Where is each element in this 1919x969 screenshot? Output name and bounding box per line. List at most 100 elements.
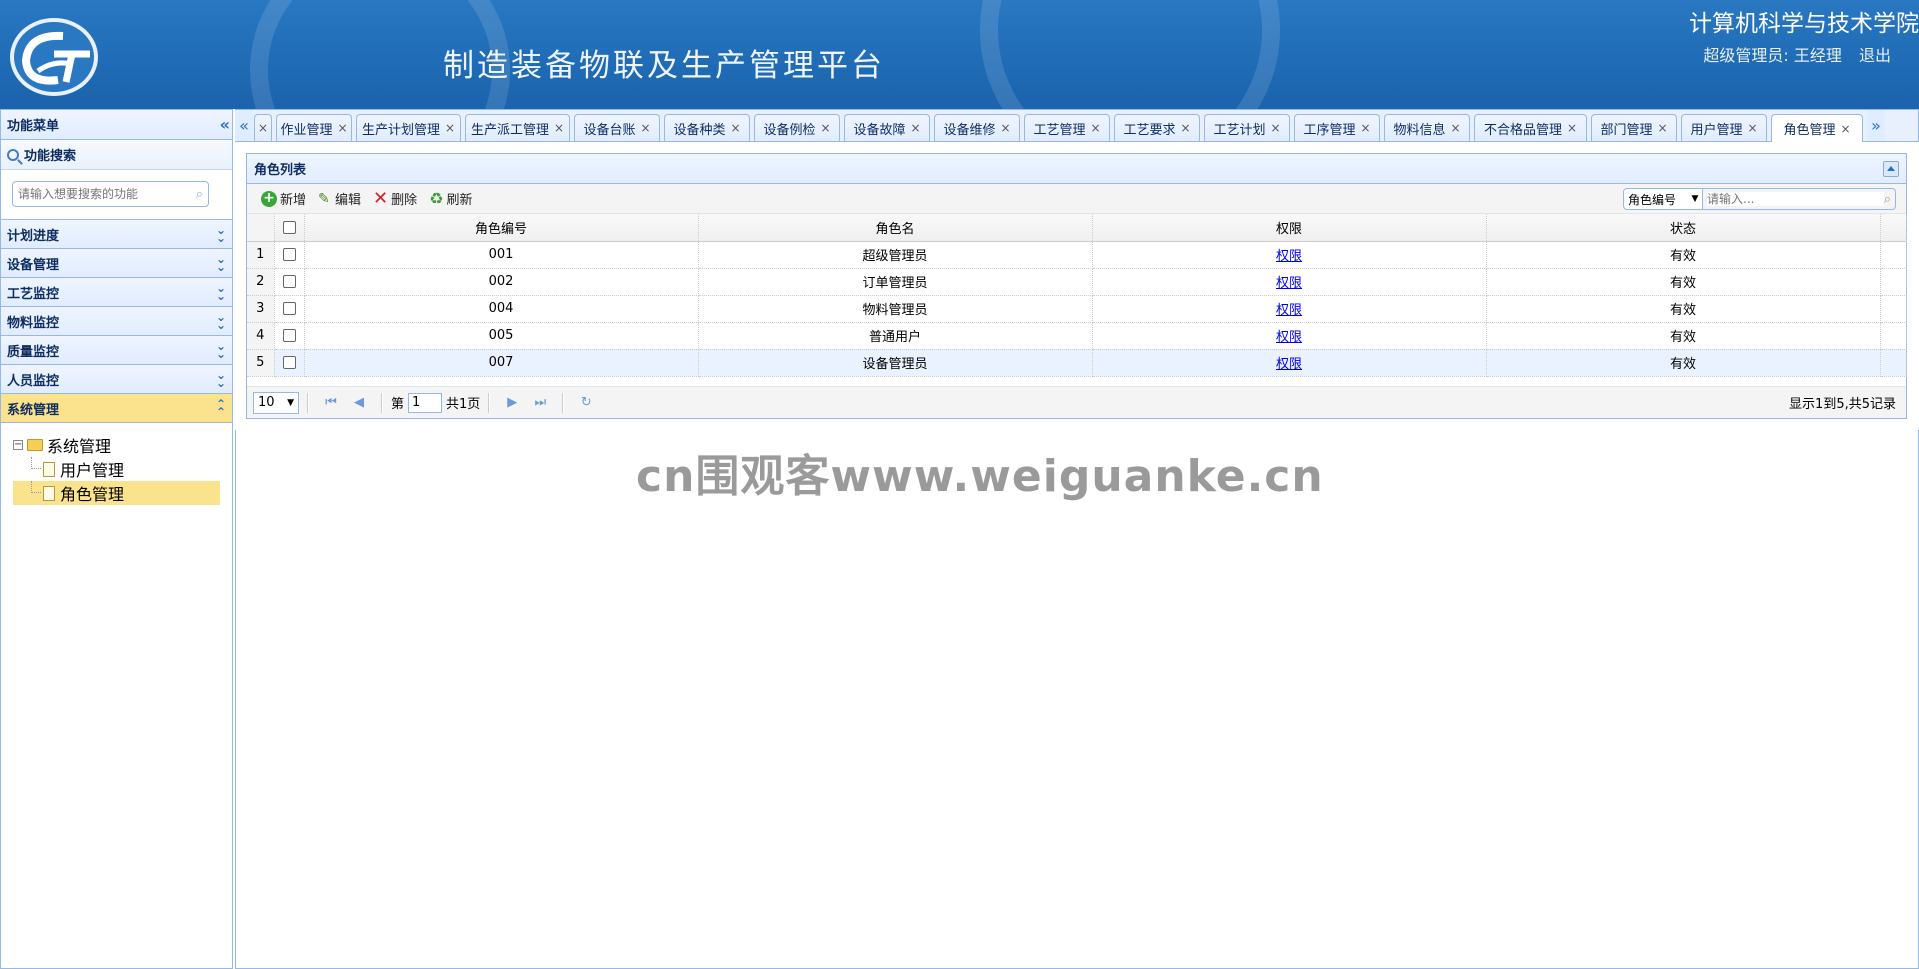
tab-equipment-type[interactable]: 设备种类 ×: [664, 114, 750, 141]
close-icon[interactable]: ×: [1567, 121, 1577, 135]
close-icon[interactable]: ×: [1360, 121, 1370, 135]
table-row[interactable]: 1 001 超级管理员 权限 有效: [247, 241, 1907, 269]
close-icon[interactable]: ×: [1270, 121, 1280, 135]
close-icon[interactable]: ×: [1180, 121, 1190, 135]
close-icon[interactable]: ×: [1090, 121, 1100, 135]
tab-equipment-inspection[interactable]: 设备例检 ×: [754, 114, 840, 141]
close-icon[interactable]: ×: [640, 121, 650, 135]
menu-section-equipment[interactable]: 设备管理 ⌄ ⌄: [1, 249, 232, 278]
tree-node-system[interactable]: − 系统管理: [13, 433, 220, 457]
tab-user-management[interactable]: 用户管理 ×: [1681, 114, 1767, 141]
row-checkbox[interactable]: [282, 248, 296, 261]
permission-cell: 权限: [1092, 241, 1487, 269]
tab-process-plan[interactable]: 工艺计划 ×: [1204, 114, 1290, 141]
menu-section-quality[interactable]: 质量监控 ⌄ ⌄: [1, 336, 232, 365]
table-row[interactable]: 2 002 订单管理员 权限 有效: [247, 268, 1907, 296]
menu-section-plan[interactable]: 计划进度 ⌄ ⌄: [1, 220, 232, 249]
tab-work-management[interactable]: 作业管理 ×: [276, 114, 352, 141]
row-checkbox[interactable]: [282, 275, 296, 288]
tab-department[interactable]: 部门管理 ×: [1591, 114, 1677, 141]
tab-equipment-fault[interactable]: 设备故障 ×: [844, 114, 930, 141]
close-icon[interactable]: ×: [1000, 121, 1010, 135]
tab-operation-management[interactable]: 工序管理 ×: [1294, 114, 1380, 141]
tab-equipment-ledger[interactable]: 设备台账 ×: [574, 114, 660, 141]
table-row[interactable]: 4 005 普通用户 权限 有效: [247, 322, 1907, 350]
table-row[interactable]: 3 004 物料管理员 权限 有效: [247, 295, 1907, 323]
menu-section-system[interactable]: 系统管理 ⌃ ⌃: [1, 394, 232, 423]
refresh-button[interactable]: ♻ 刷新: [429, 189, 472, 208]
permission-link[interactable]: 权限: [1276, 249, 1302, 264]
last-page-icon[interactable]: ⏭: [530, 395, 550, 410]
column-header[interactable]: 角色编号: [304, 214, 699, 242]
collapse-sidebar-icon[interactable]: «: [220, 115, 231, 134]
permission-link[interactable]: 权限: [1276, 276, 1302, 291]
function-search-input[interactable]: [18, 187, 196, 201]
close-icon[interactable]: ×: [1450, 121, 1460, 135]
logout-link[interactable]: 退出: [1859, 46, 1891, 65]
function-search-area: ⌕: [1, 170, 232, 220]
menu-section-process[interactable]: 工艺监控 ⌄ ⌄: [1, 278, 232, 307]
user-info: 超级管理员: 王经理 退出: [1703, 42, 1891, 66]
tab-equipment-repair[interactable]: 设备维修 ×: [934, 114, 1020, 141]
search-field-select[interactable]: 角色编号 ▼: [1623, 188, 1703, 210]
next-page-icon[interactable]: ▶: [502, 395, 522, 410]
scroll-tabs-left-icon[interactable]: «: [235, 110, 253, 141]
role-name-cell: 设备管理员: [698, 349, 1093, 377]
first-page-icon[interactable]: ⏮: [321, 395, 341, 410]
close-icon[interactable]: ×: [820, 121, 830, 135]
permission-link[interactable]: 权限: [1276, 303, 1302, 318]
row-number: 4: [247, 322, 275, 350]
previous-page-icon[interactable]: ◀: [349, 395, 369, 410]
close-icon[interactable]: ×: [445, 121, 455, 135]
column-header[interactable]: 角色名: [698, 214, 1093, 242]
dropdown-arrow-icon: ▼: [287, 397, 294, 408]
chevron-double-down-icon: ⌄ ⌄: [215, 310, 226, 332]
tree-node-role-management[interactable]: 角色管理: [13, 481, 220, 505]
row-checkbox[interactable]: [282, 329, 296, 342]
close-icon[interactable]: ×: [337, 121, 347, 135]
tree-node-user-management[interactable]: 用户管理: [13, 457, 220, 481]
menu-section-material[interactable]: 物料监控 ⌄ ⌄: [1, 307, 232, 336]
close-icon[interactable]: ×: [554, 121, 564, 135]
close-icon[interactable]: ×: [258, 121, 268, 135]
tab-material-info[interactable]: 物料信息 ×: [1384, 114, 1470, 141]
tab-process-management[interactable]: 工艺管理 ×: [1024, 114, 1110, 141]
tab-dispatch[interactable]: 生产派工管理 ×: [465, 114, 570, 141]
close-icon[interactable]: ×: [910, 121, 920, 135]
scroll-tabs-right-icon[interactable]: »: [1867, 110, 1885, 141]
permission-link[interactable]: 权限: [1276, 357, 1302, 372]
column-header[interactable]: 权限: [1092, 214, 1487, 242]
row-checkbox[interactable]: [282, 356, 296, 369]
page-number-input[interactable]: [408, 392, 443, 413]
tab-nonconforming[interactable]: 不合格品管理 ×: [1474, 114, 1587, 141]
close-icon[interactable]: ×: [1657, 121, 1667, 135]
add-button[interactable]: + 新增: [261, 189, 306, 208]
pagination-bar: 10 ▼ ⏮ ◀ 第 共1页 ▶ ⏭ ↻ 显示1到5,共5记录: [247, 386, 1906, 418]
tab-process-requirement[interactable]: 工艺要求 ×: [1114, 114, 1200, 141]
close-icon[interactable]: ×: [1747, 121, 1757, 135]
select-all-checkbox[interactable]: [282, 220, 296, 234]
menu-section-personnel[interactable]: 人员监控 ⌄ ⌄: [1, 365, 232, 394]
tab-label: 工艺管理: [1033, 122, 1086, 138]
tab-hidden[interactable]: ×: [254, 114, 272, 141]
collapse-node-icon[interactable]: −: [13, 440, 23, 450]
row-number-header: [247, 214, 275, 242]
table-row[interactable]: 5 007 设备管理员 权限 有效: [247, 349, 1907, 377]
close-icon[interactable]: ×: [1840, 122, 1850, 136]
search-icon[interactable]: ⌕: [1884, 192, 1891, 207]
tab-production-plan[interactable]: 生产计划管理 ×: [356, 114, 461, 141]
page-size-select[interactable]: 10 ▼: [253, 391, 299, 414]
reload-icon[interactable]: ↻: [576, 395, 596, 410]
row-checkbox[interactable]: [282, 302, 296, 315]
column-header[interactable]: 状态: [1486, 214, 1881, 242]
delete-button[interactable]: ✕ 删除: [373, 189, 417, 208]
page-prefix: 第: [391, 397, 405, 412]
edit-button[interactable]: ✎ 编辑: [318, 189, 361, 209]
tab-role-management[interactable]: 角色管理 ×: [1771, 114, 1863, 142]
permission-link[interactable]: 权限: [1276, 330, 1302, 345]
grid-search-input[interactable]: [1707, 192, 1884, 206]
close-icon[interactable]: ×: [730, 121, 740, 135]
collapse-panel-icon[interactable]: [1883, 160, 1899, 177]
chevron-double-up-icon: ⌃ ⌃: [215, 397, 226, 419]
search-icon[interactable]: ⌕: [196, 187, 203, 202]
